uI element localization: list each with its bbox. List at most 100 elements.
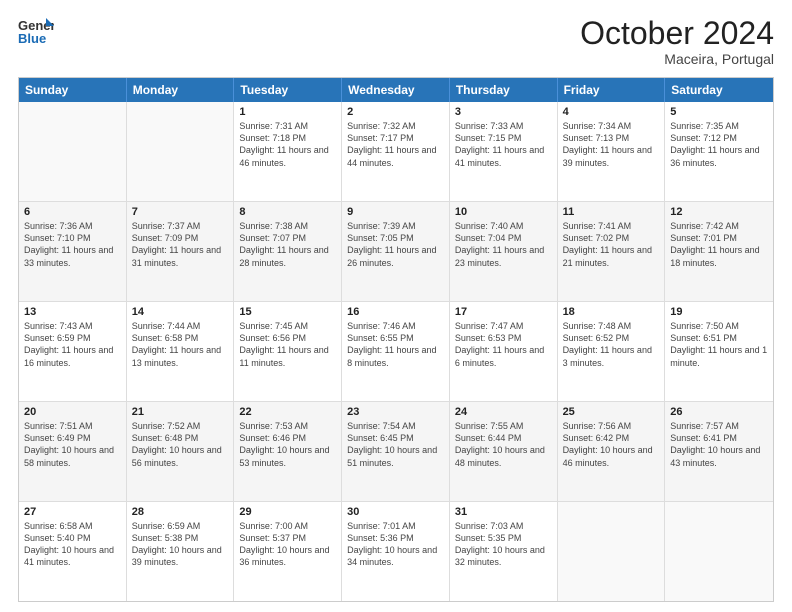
- cell-sun-info: Sunrise: 7:45 AM Sunset: 6:56 PM Dayligh…: [239, 320, 336, 369]
- header-day-monday: Monday: [127, 78, 235, 102]
- calendar-header: SundayMondayTuesdayWednesdayThursdayFrid…: [19, 78, 773, 102]
- cell-sun-info: Sunrise: 7:46 AM Sunset: 6:55 PM Dayligh…: [347, 320, 444, 369]
- day-cell-5: 5 Sunrise: 7:35 AM Sunset: 7:12 PM Daylig…: [665, 102, 773, 201]
- cell-sun-info: Sunrise: 7:55 AM Sunset: 6:44 PM Dayligh…: [455, 420, 552, 469]
- day-number: 18: [563, 306, 660, 318]
- day-number: 23: [347, 406, 444, 418]
- day-number: 5: [670, 106, 768, 118]
- day-number: 6: [24, 206, 121, 218]
- day-cell-21: 21 Sunrise: 7:52 AM Sunset: 6:48 PM Dayli…: [127, 402, 235, 501]
- cell-sun-info: Sunrise: 7:50 AM Sunset: 6:51 PM Dayligh…: [670, 320, 768, 369]
- day-cell-24: 24 Sunrise: 7:55 AM Sunset: 6:44 PM Dayli…: [450, 402, 558, 501]
- calendar-week-3: 13 Sunrise: 7:43 AM Sunset: 6:59 PM Dayli…: [19, 302, 773, 402]
- day-number: 20: [24, 406, 121, 418]
- day-number: 19: [670, 306, 768, 318]
- day-cell-14: 14 Sunrise: 7:44 AM Sunset: 6:58 PM Dayli…: [127, 302, 235, 401]
- day-number: 14: [132, 306, 229, 318]
- calendar: SundayMondayTuesdayWednesdayThursdayFrid…: [18, 77, 774, 602]
- day-number: 25: [563, 406, 660, 418]
- cell-sun-info: Sunrise: 7:32 AM Sunset: 7:17 PM Dayligh…: [347, 120, 444, 169]
- day-cell-25: 25 Sunrise: 7:56 AM Sunset: 6:42 PM Dayli…: [558, 402, 666, 501]
- day-number: 13: [24, 306, 121, 318]
- cell-sun-info: Sunrise: 7:52 AM Sunset: 6:48 PM Dayligh…: [132, 420, 229, 469]
- day-cell-13: 13 Sunrise: 7:43 AM Sunset: 6:59 PM Dayli…: [19, 302, 127, 401]
- header-day-tuesday: Tuesday: [234, 78, 342, 102]
- day-number: 4: [563, 106, 660, 118]
- day-number: 11: [563, 206, 660, 218]
- day-cell-6: 6Sunrise: 7:36 AM Sunset: 7:10 PM Daylig…: [19, 202, 127, 301]
- header: General Blue October 2024 Maceira, Portu…: [18, 16, 774, 67]
- day-cell-27: 27Sunrise: 6:58 AM Sunset: 5:40 PM Dayli…: [19, 502, 127, 601]
- day-number: 24: [455, 406, 552, 418]
- cell-sun-info: Sunrise: 7:54 AM Sunset: 6:45 PM Dayligh…: [347, 420, 444, 469]
- cell-sun-info: Sunrise: 7:38 AM Sunset: 7:07 PM Dayligh…: [239, 220, 336, 269]
- cell-sun-info: Sunrise: 7:48 AM Sunset: 6:52 PM Dayligh…: [563, 320, 660, 369]
- day-number: 28: [132, 506, 229, 518]
- day-cell-10: 10 Sunrise: 7:40 AM Sunset: 7:04 PM Dayli…: [450, 202, 558, 301]
- day-cell-3: 3Sunrise: 7:33 AM Sunset: 7:15 PM Daylig…: [450, 102, 558, 201]
- day-number: 21: [132, 406, 229, 418]
- cell-sun-info: Sunrise: 7:44 AM Sunset: 6:58 PM Dayligh…: [132, 320, 229, 369]
- day-number: 29: [239, 506, 336, 518]
- cell-sun-info: Sunrise: 7:00 AM Sunset: 5:37 PM Dayligh…: [239, 520, 336, 569]
- cell-sun-info: Sunrise: 7:03 AM Sunset: 5:35 PM Dayligh…: [455, 520, 552, 569]
- location: Maceira, Portugal: [580, 51, 774, 67]
- cell-sun-info: Sunrise: 6:58 AM Sunset: 5:40 PM Dayligh…: [24, 520, 121, 569]
- day-cell-20: 20Sunrise: 7:51 AM Sunset: 6:49 PM Dayli…: [19, 402, 127, 501]
- day-cell-19: 19 Sunrise: 7:50 AM Sunset: 6:51 PM Dayli…: [665, 302, 773, 401]
- cell-sun-info: Sunrise: 7:40 AM Sunset: 7:04 PM Dayligh…: [455, 220, 552, 269]
- day-cell-17: 17Sunrise: 7:47 AM Sunset: 6:53 PM Dayli…: [450, 302, 558, 401]
- day-cell-23: 23 Sunrise: 7:54 AM Sunset: 6:45 PM Dayli…: [342, 402, 450, 501]
- day-number: 1: [239, 106, 336, 118]
- cell-sun-info: Sunrise: 7:43 AM Sunset: 6:59 PM Dayligh…: [24, 320, 121, 369]
- day-number: 31: [455, 506, 552, 518]
- cell-sun-info: Sunrise: 7:42 AM Sunset: 7:01 PM Dayligh…: [670, 220, 768, 269]
- month-title: October 2024: [580, 16, 774, 51]
- calendar-week-2: 6Sunrise: 7:36 AM Sunset: 7:10 PM Daylig…: [19, 202, 773, 302]
- day-cell-18: 18 Sunrise: 7:48 AM Sunset: 6:52 PM Dayli…: [558, 302, 666, 401]
- day-cell-9: 9 Sunrise: 7:39 AM Sunset: 7:05 PM Daylig…: [342, 202, 450, 301]
- cell-sun-info: Sunrise: 6:59 AM Sunset: 5:38 PM Dayligh…: [132, 520, 229, 569]
- day-cell-28: 28 Sunrise: 6:59 AM Sunset: 5:38 PM Dayli…: [127, 502, 235, 601]
- day-cell-29: 29 Sunrise: 7:00 AM Sunset: 5:37 PM Dayli…: [234, 502, 342, 601]
- header-day-saturday: Saturday: [665, 78, 773, 102]
- day-number: 12: [670, 206, 768, 218]
- day-number: 7: [132, 206, 229, 218]
- cell-sun-info: Sunrise: 7:35 AM Sunset: 7:12 PM Dayligh…: [670, 120, 768, 169]
- day-number: 15: [239, 306, 336, 318]
- title-block: October 2024 Maceira, Portugal: [580, 16, 774, 67]
- day-number: 30: [347, 506, 444, 518]
- cell-sun-info: Sunrise: 7:57 AM Sunset: 6:41 PM Dayligh…: [670, 420, 768, 469]
- day-number: 16: [347, 306, 444, 318]
- day-number: 2: [347, 106, 444, 118]
- day-cell-16: 16 Sunrise: 7:46 AM Sunset: 6:55 PM Dayli…: [342, 302, 450, 401]
- calendar-body: 1 Sunrise: 7:31 AM Sunset: 7:18 PM Daylig…: [19, 102, 773, 601]
- day-cell-11: 11Sunrise: 7:41 AM Sunset: 7:02 PM Dayli…: [558, 202, 666, 301]
- cell-sun-info: Sunrise: 7:56 AM Sunset: 6:42 PM Dayligh…: [563, 420, 660, 469]
- logo: General Blue: [18, 16, 54, 46]
- cell-sun-info: Sunrise: 7:37 AM Sunset: 7:09 PM Dayligh…: [132, 220, 229, 269]
- day-cell-12: 12 Sunrise: 7:42 AM Sunset: 7:01 PM Dayli…: [665, 202, 773, 301]
- cell-sun-info: Sunrise: 7:01 AM Sunset: 5:36 PM Dayligh…: [347, 520, 444, 569]
- day-number: 3: [455, 106, 552, 118]
- calendar-week-4: 20Sunrise: 7:51 AM Sunset: 6:49 PM Dayli…: [19, 402, 773, 502]
- day-cell-7: 7 Sunrise: 7:37 AM Sunset: 7:09 PM Daylig…: [127, 202, 235, 301]
- day-cell-26: 26Sunrise: 7:57 AM Sunset: 6:41 PM Dayli…: [665, 402, 773, 501]
- day-number: 9: [347, 206, 444, 218]
- day-cell-4: 4Sunrise: 7:34 AM Sunset: 7:13 PM Daylig…: [558, 102, 666, 201]
- day-number: 8: [239, 206, 336, 218]
- cell-sun-info: Sunrise: 7:31 AM Sunset: 7:18 PM Dayligh…: [239, 120, 336, 169]
- svg-text:Blue: Blue: [18, 31, 46, 46]
- empty-cell: [665, 502, 773, 601]
- header-day-sunday: Sunday: [19, 78, 127, 102]
- day-cell-1: 1 Sunrise: 7:31 AM Sunset: 7:18 PM Daylig…: [234, 102, 342, 201]
- day-number: 10: [455, 206, 552, 218]
- day-cell-15: 15 Sunrise: 7:45 AM Sunset: 6:56 PM Dayli…: [234, 302, 342, 401]
- empty-cell: [19, 102, 127, 201]
- day-cell-22: 22Sunrise: 7:53 AM Sunset: 6:46 PM Dayli…: [234, 402, 342, 501]
- day-cell-2: 2 Sunrise: 7:32 AM Sunset: 7:17 PM Daylig…: [342, 102, 450, 201]
- empty-cell: [127, 102, 235, 201]
- cell-sun-info: Sunrise: 7:39 AM Sunset: 7:05 PM Dayligh…: [347, 220, 444, 269]
- day-number: 22: [239, 406, 336, 418]
- day-number: 17: [455, 306, 552, 318]
